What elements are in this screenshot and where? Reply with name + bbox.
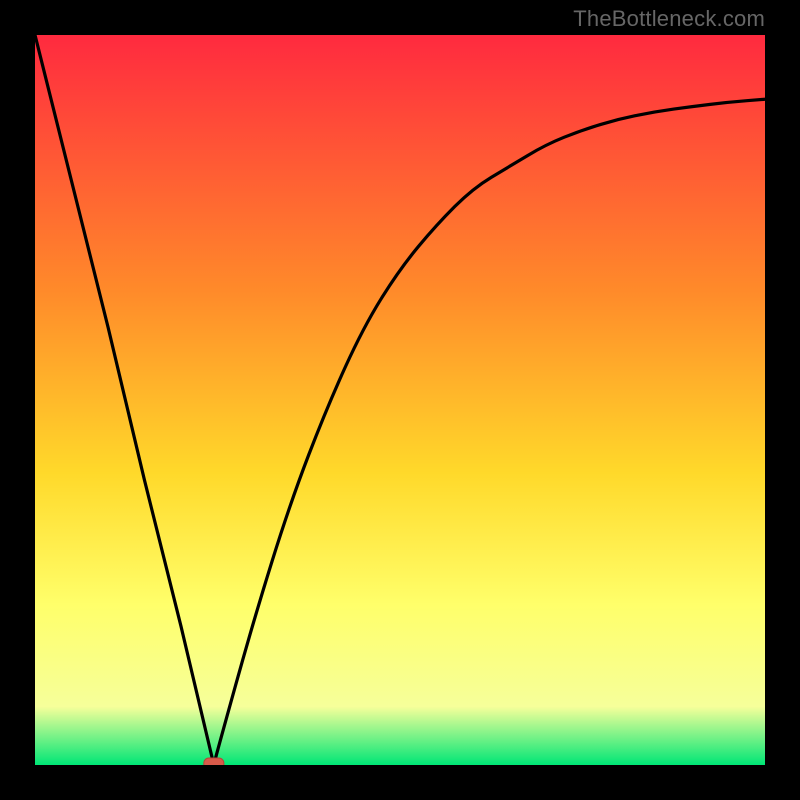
watermark-text: TheBottleneck.com [573,6,765,32]
chart-svg [35,35,765,765]
min-marker [204,758,224,765]
gradient-bg [35,35,765,765]
plot-area [35,35,765,765]
chart-frame: TheBottleneck.com [0,0,800,800]
